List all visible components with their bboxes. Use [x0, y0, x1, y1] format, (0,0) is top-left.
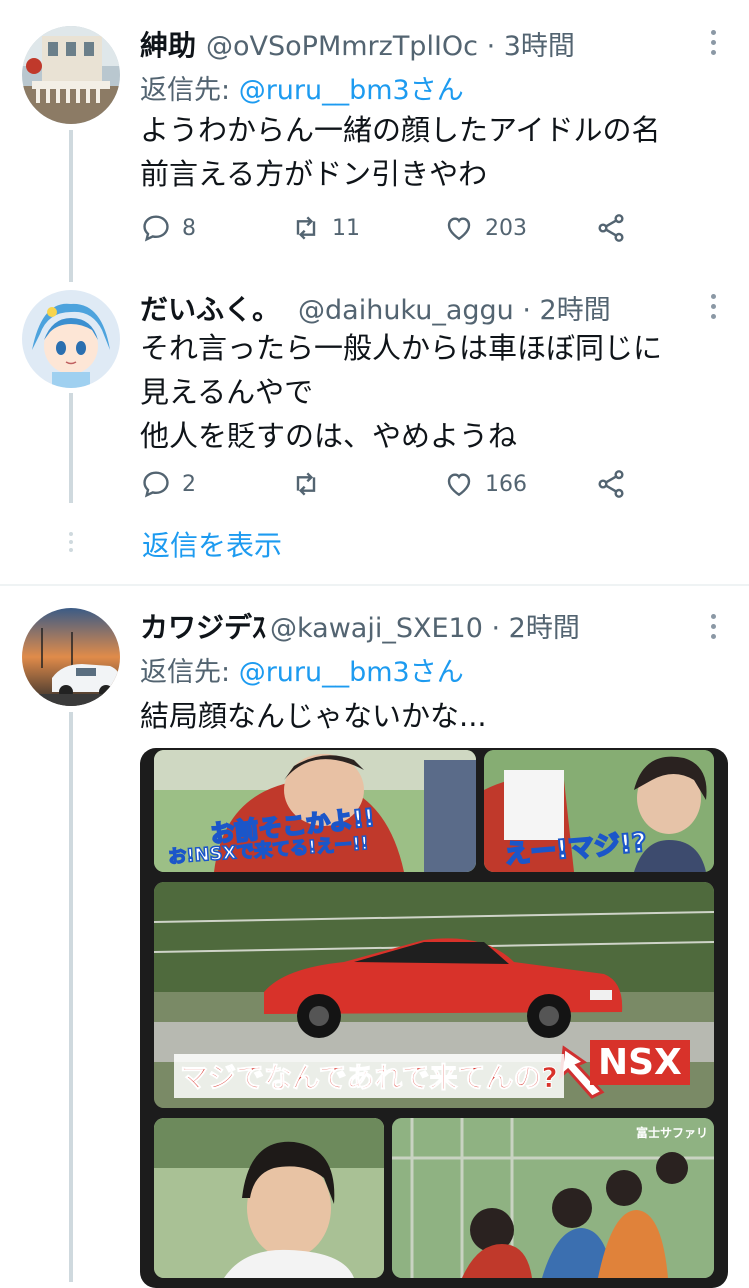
tweet-actions: 2 166	[140, 468, 640, 508]
share-button[interactable]	[595, 212, 627, 244]
share-icon	[598, 470, 624, 498]
share-icon	[598, 214, 624, 242]
media-caption: マジでなんであれで来てんの?	[174, 1054, 564, 1098]
reply-count: 8	[182, 215, 196, 241]
reply-to-label: 返信先:	[140, 657, 239, 688]
retweet-count: 11	[332, 215, 360, 241]
tweet-text-line: それ言ったら一般人からは車ほぼ同じに	[140, 331, 663, 365]
tweet-2[interactable]: だいふく。 @daihuku_aggu · 2時間 それ言ったら一般人からは車ほ…	[0, 280, 749, 510]
thread-line	[69, 130, 73, 282]
media-panel-top-right: えー!マジ!?	[484, 750, 714, 872]
tweet-text: ようわからん一緒の顔したアイドルの名 前言える方がドン引きやわ	[140, 108, 725, 196]
media-panel-top-left: お前そこかよ!! お!NSXで来てる!えー!!	[154, 750, 476, 872]
display-name[interactable]: 紳助	[140, 24, 196, 64]
tweet-text-line: 他人を貶すのは、やめようね	[140, 419, 518, 453]
display-name[interactable]: だいふく。	[140, 288, 280, 328]
reply-icon	[143, 471, 169, 498]
reply-button[interactable]: 2	[140, 468, 196, 500]
avatar-kawaji[interactable]	[22, 608, 120, 706]
tweet-media-image[interactable]: お前そこかよ!! お!NSXで来てる!えー!! えー!マジ!? マジでなんであれ…	[140, 748, 728, 1288]
more-icon[interactable]	[711, 294, 719, 319]
retweet-button[interactable]	[290, 468, 332, 500]
media-sign: 富士サファリ	[635, 1126, 708, 1140]
thread-line	[69, 393, 73, 503]
tweet-header: だいふく。 @daihuku_aggu · 2時間	[140, 288, 611, 327]
tweet-header: カワジデｽ @kawaji_SXE10 · 2時間	[140, 606, 580, 645]
thread-line	[69, 712, 73, 1282]
reply-icon	[143, 215, 169, 242]
tweet-text-line: ようわからん一緒の顔したアイドルの名	[140, 113, 661, 147]
avatar-daihuku[interactable]	[22, 290, 120, 388]
like-count: 166	[485, 471, 527, 497]
like-icon	[447, 473, 471, 497]
tweet-1[interactable]: 紳助 @oVSoPMmrzTplIOc · 3時間 返信先: @ruru__bm…	[0, 0, 749, 282]
retweet-icon	[296, 216, 316, 240]
media-panel-middle: マジでなんであれで来てんの? NSX	[154, 882, 714, 1108]
media-panel-bottom-left	[154, 1118, 384, 1278]
more-icon[interactable]	[711, 614, 719, 639]
tweet-actions: 8 11 203	[140, 212, 640, 252]
handle-and-time[interactable]: @daihuku_aggu · 2時間	[298, 288, 611, 327]
tweet-text: 結局顔なんじゃないかな...	[140, 694, 725, 738]
like-icon	[447, 217, 471, 241]
avatar-shinsuke[interactable]	[22, 26, 120, 124]
tweet-text: それ言ったら一般人からは車ほぼ同じに 見えるんやで 他人を貶すのは、やめようね	[140, 326, 725, 458]
like-button[interactable]: 166	[443, 468, 527, 500]
retweet-button[interactable]: 11	[290, 212, 360, 244]
more-icon[interactable]	[711, 30, 719, 55]
thread-continuation-dots	[69, 532, 73, 552]
reply-to: 返信先: @ruru__bm3さん	[140, 650, 464, 689]
display-name[interactable]: カワジデｽ	[140, 606, 266, 646]
reply-count: 2	[182, 471, 196, 497]
reply-to-mention[interactable]: @ruru__bm3さん	[239, 75, 464, 106]
reply-to-label: 返信先:	[140, 75, 239, 106]
tweet-text-line: 見えるんやで	[140, 375, 314, 409]
handle-and-time[interactable]: @oVSoPMmrzTplIOc · 3時間	[206, 24, 575, 63]
like-count: 203	[485, 215, 527, 241]
reply-button[interactable]: 8	[140, 212, 196, 244]
tweet-text-line: 前言える方がドン引きやわ	[140, 157, 488, 191]
show-replies-link[interactable]: 返信を表示	[142, 524, 282, 564]
reply-to-mention[interactable]: @ruru__bm3さん	[239, 657, 464, 688]
retweet-icon	[296, 472, 316, 496]
handle-and-time[interactable]: @kawaji_SXE10 · 2時間	[270, 606, 580, 645]
media-panel-bottom-right: 富士サファリ	[392, 1118, 714, 1278]
tweet-text-line: 結局顔なんじゃないかな...	[140, 699, 487, 733]
tweet-header: 紳助 @oVSoPMmrzTplIOc · 3時間	[140, 24, 575, 63]
reply-to: 返信先: @ruru__bm3さん	[140, 68, 464, 107]
nsx-label: NSX	[590, 1040, 690, 1085]
like-button[interactable]: 203	[443, 212, 527, 244]
share-button[interactable]	[595, 468, 627, 500]
